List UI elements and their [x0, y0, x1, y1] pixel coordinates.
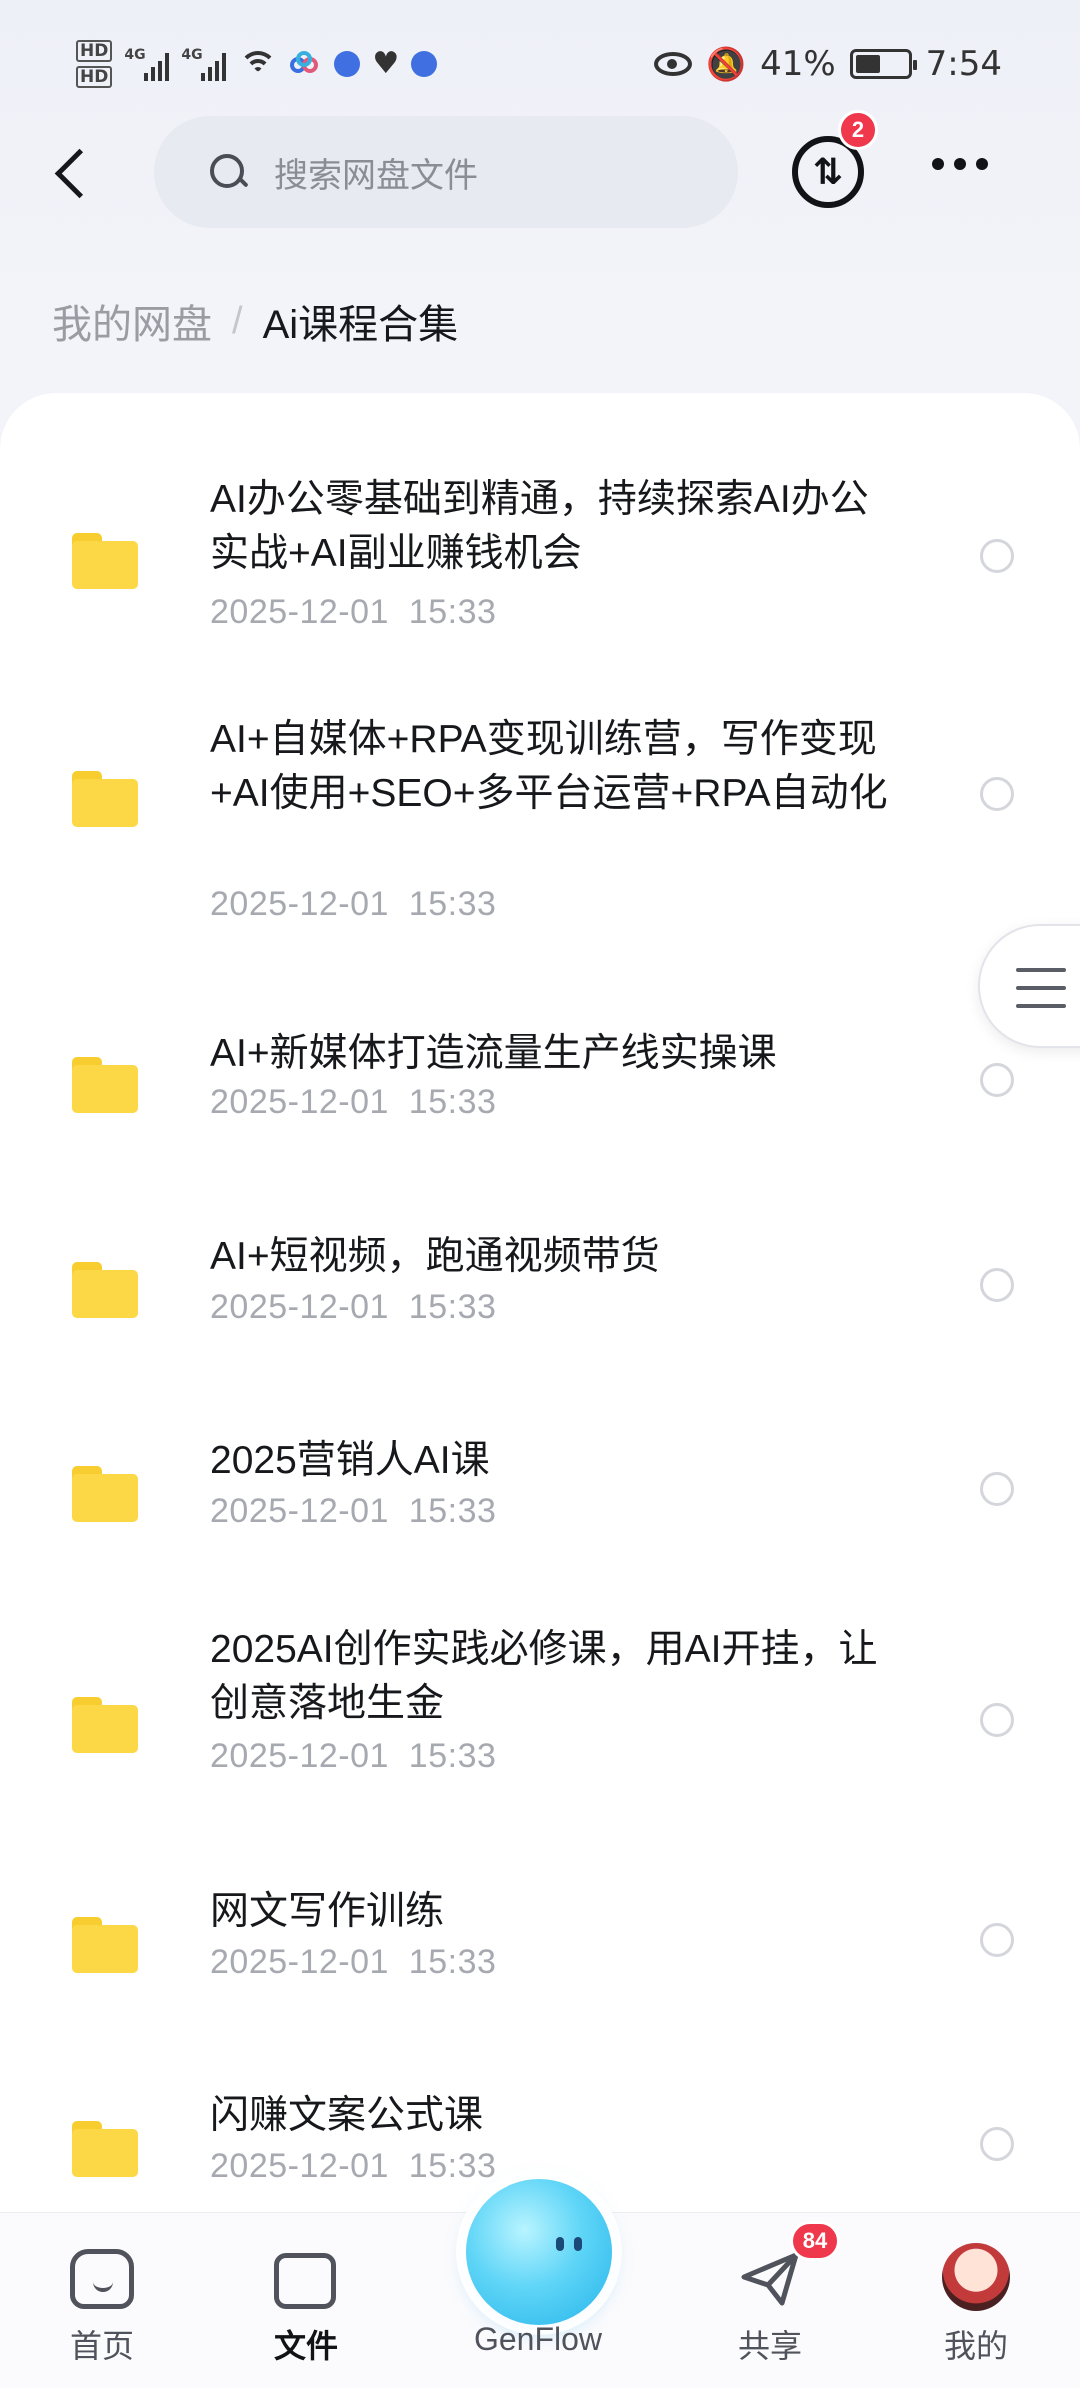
- share-badge: 84: [790, 2221, 840, 2261]
- nav-files-label: 文件: [273, 2328, 338, 2364]
- eye-icon: [654, 52, 693, 76]
- list-item[interactable]: 2025营销人AI课 2025-12-01 15:33: [0, 1382, 1080, 1532]
- hd1-icon: HD: [76, 40, 113, 62]
- file-name: 2025AI创作实践必修课，用AI开挂，让创意落地生金: [210, 1628, 878, 1725]
- file-name: AI+新媒体打造流量生产线实操课: [210, 1032, 777, 1075]
- genflow-eye-icon: [574, 2237, 582, 2251]
- folder-icon: [72, 1466, 138, 1522]
- clock: 7:54: [925, 44, 1002, 84]
- folder-icon: [72, 1917, 138, 1973]
- folder-icon: [274, 2253, 336, 2309]
- select-radio[interactable]: [980, 777, 1014, 811]
- back-button[interactable]: [42, 138, 106, 202]
- more-dot-icon: [954, 158, 966, 170]
- top-bar: 搜索网盘文件 ⇅ 2: [0, 110, 1080, 230]
- folder-icon: [72, 771, 138, 827]
- avatar: [942, 2243, 1010, 2311]
- folder-icon: [72, 1697, 138, 1753]
- list-item[interactable]: AI办公零基础到精通，持续探索AI办公实战+AI副业赚钱机会 2025-12-0…: [0, 433, 1080, 631]
- menu-line-icon: [1016, 968, 1066, 972]
- file-name: AI+自媒体+RPA变现训练营，写作变现+AI使用+SEO+多平台运营+RPA自…: [210, 718, 888, 815]
- nav-mine-label: 我的: [943, 2328, 1008, 2364]
- list-item[interactable]: AI+自媒体+RPA变现训练营，写作变现+AI使用+SEO+多平台运营+RPA自…: [0, 673, 1080, 923]
- net2-label: 4G: [181, 47, 203, 63]
- select-radio[interactable]: [980, 2127, 1014, 2161]
- bottom-nav: 首页 文件 GenFlow 84 共享 我的: [0, 2179, 1080, 2388]
- wifi-icon: [238, 47, 278, 81]
- menu-line-icon: [1016, 1004, 1066, 1008]
- file-date: 2025-12-01 15:33: [210, 1737, 497, 1775]
- file-date: 2025-12-01 15:33: [210, 1943, 497, 1981]
- list-item[interactable]: AI+短视频，跑通视频带货 2025-12-01 15:33: [0, 1178, 1080, 1328]
- battery-icon: [849, 49, 917, 79]
- file-date: 2025-12-01 15:33: [210, 1492, 497, 1530]
- nav-genflow-label: GenFlow: [473, 2321, 603, 2357]
- file-list: AI办公零基础到精通，持续探索AI办公实战+AI副业赚钱机会 2025-12-0…: [0, 393, 1080, 2223]
- breadcrumb-root[interactable]: 我的网盘: [52, 292, 212, 350]
- app-notification-icon: [334, 51, 361, 77]
- signal1-icon: 4G: [124, 47, 170, 81]
- list-item[interactable]: 网文写作训练 2025-12-01 15:33: [0, 1833, 1080, 1983]
- more-dot-icon: [932, 158, 944, 170]
- search-input[interactable]: 搜索网盘文件: [274, 148, 478, 197]
- heart-app-icon: ♥: [372, 46, 400, 81]
- signal2-icon: 4G: [181, 47, 227, 81]
- select-radio[interactable]: [980, 1063, 1014, 1097]
- net1-label: 4G: [124, 47, 146, 63]
- status-left: HD HD 4G 4G ♥: [76, 34, 438, 94]
- breadcrumb: 我的网盘 / Ai课程合集: [52, 292, 458, 350]
- file-date: 2025-12-01 15:33: [210, 2147, 497, 2185]
- folder-icon: [72, 533, 138, 589]
- file-date: 2025-12-01 15:33: [210, 885, 497, 923]
- file-date: 2025-12-01 15:33: [210, 1083, 497, 1121]
- nav-share-label: 共享: [737, 2328, 802, 2364]
- status-right: 🔕 41% 7:54: [654, 36, 1002, 92]
- breadcrumb-current: Ai课程合集: [262, 303, 459, 347]
- list-item[interactable]: AI+新媒体打造流量生产线实操课 2025-12-01 15:33: [0, 973, 1080, 1123]
- more-dot-icon: [976, 158, 988, 170]
- breadcrumb-separator: /: [232, 299, 243, 342]
- cloud-app-icon: [290, 51, 322, 77]
- select-radio[interactable]: [980, 1703, 1014, 1737]
- nav-home-label: 首页: [69, 2328, 134, 2364]
- genflow-button[interactable]: [466, 2179, 612, 2325]
- file-name: 闪赚文案公式课: [210, 2094, 484, 2137]
- hd-indicators: HD HD: [76, 40, 113, 88]
- file-name: 2025营销人AI课: [210, 1439, 490, 1482]
- search-icon: [208, 152, 248, 192]
- more-menu-button[interactable]: [932, 158, 988, 170]
- folder-icon: [72, 1262, 138, 1318]
- list-item[interactable]: 闪赚文案公式课 2025-12-01 15:33: [0, 2037, 1080, 2187]
- transfer-arrows-icon: ⇅: [812, 151, 844, 193]
- file-name: AI办公零基础到精通，持续探索AI办公实战+AI副业赚钱机会: [210, 478, 869, 575]
- list-item[interactable]: 2025AI创作实践必修课，用AI开挂，让创意落地生金 2025-12-01 1…: [0, 1583, 1080, 1783]
- file-name: 网文写作训练: [210, 1890, 445, 1933]
- battery-percent: 41%: [760, 44, 836, 84]
- app-notification2-icon: [411, 51, 438, 77]
- send-icon: [741, 2252, 799, 2306]
- select-radio[interactable]: [980, 539, 1014, 573]
- file-name: AI+短视频，跑通视频带货: [210, 1235, 660, 1278]
- home-icon: [70, 2249, 134, 2309]
- genflow-eye-icon: [556, 2237, 564, 2251]
- hd2-icon: HD: [76, 66, 113, 88]
- bell-off-icon: 🔕: [706, 45, 747, 83]
- select-radio[interactable]: [980, 1472, 1014, 1506]
- file-date: 2025-12-01 15:33: [210, 593, 497, 631]
- folder-icon: [72, 2121, 138, 2177]
- transfer-badge: 2: [838, 110, 878, 150]
- select-radio[interactable]: [980, 1268, 1014, 1302]
- file-date: 2025-12-01 15:33: [210, 1288, 497, 1326]
- select-radio[interactable]: [980, 1923, 1014, 1957]
- search-bar[interactable]: 搜索网盘文件: [154, 116, 738, 228]
- menu-line-icon: [1016, 986, 1066, 990]
- folder-icon: [72, 1057, 138, 1113]
